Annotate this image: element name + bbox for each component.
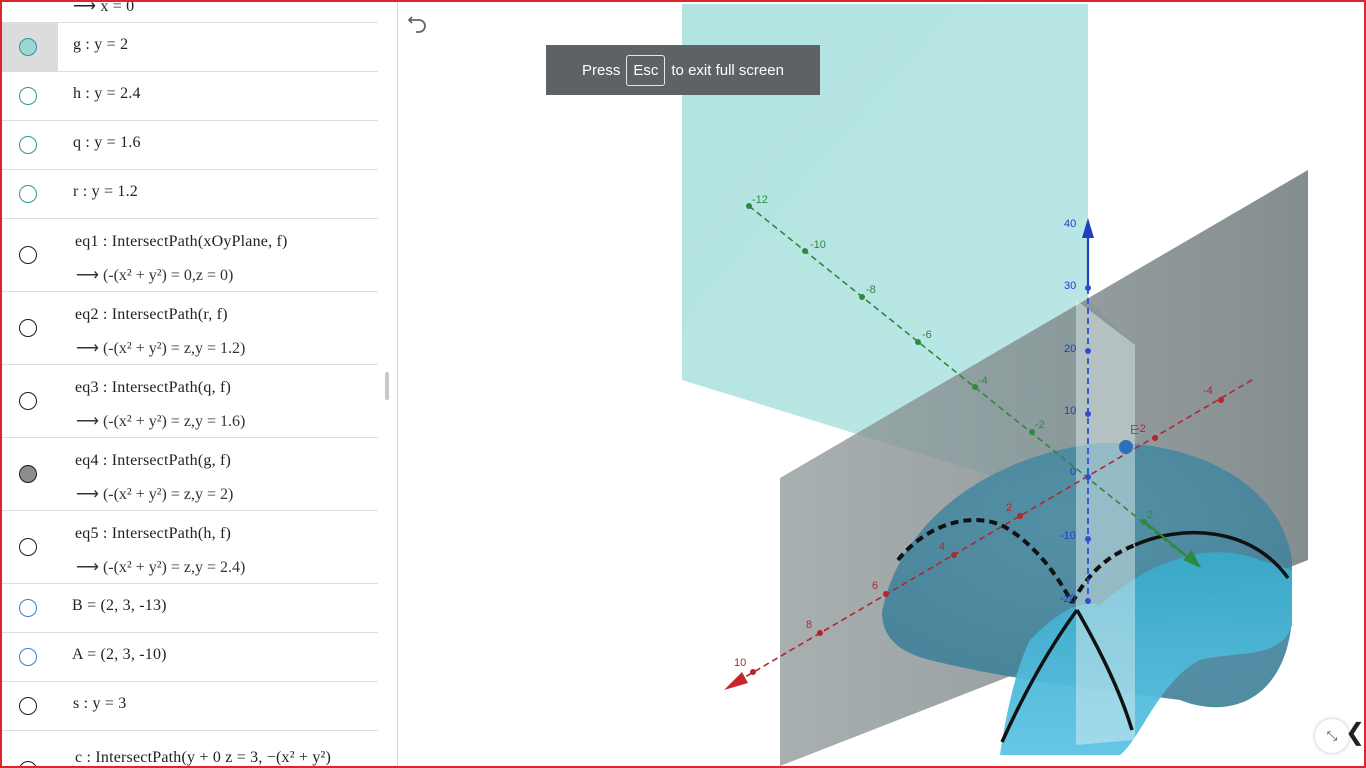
algebra-item-eq2[interactable]: eq2 : IntersectPath(r, f) ⟶ (-(x² + y²) … — [2, 292, 378, 365]
algebra-item-eq1[interactable]: eq1 : IntersectPath(xOyPlane, f) ⟶ (-(x²… — [2, 219, 378, 292]
y-tick-label: -10 — [810, 239, 826, 251]
visibility-toggle[interactable] — [19, 538, 37, 556]
exit-fullscreen-icon: ⤡ — [1326, 728, 1338, 744]
visibility-toggle[interactable] — [19, 319, 37, 337]
y-tick-label: -4 — [978, 375, 988, 387]
algebra-item-label[interactable]: A = (2, 3, -10) — [72, 646, 167, 664]
algebra-item-A[interactable]: A = (2, 3, -10) — [2, 633, 378, 682]
visibility-toggle[interactable] — [19, 185, 37, 203]
algebra-item-label[interactable]: r : y = 1.2 — [73, 183, 138, 201]
visibility-toggle[interactable] — [19, 648, 37, 666]
algebra-item-r[interactable]: r : y = 1.2 — [2, 170, 378, 219]
x-tick-label: 2 — [1006, 502, 1012, 514]
algebra-item-label[interactable]: eq4 : IntersectPath(g, f) — [75, 452, 231, 470]
truncated-output: ⟶ x = 0 — [73, 2, 135, 15]
x-tick-label: 10 — [734, 657, 746, 669]
y-tick-label: -2 — [1035, 419, 1045, 431]
algebra-item-label[interactable]: g : y = 2 — [73, 36, 128, 54]
visibility-toggle[interactable] — [19, 392, 37, 410]
point-E-label: E — [1130, 422, 1139, 437]
algebra-item-output: ⟶ (-(x² + y²) = z,y = 2.4) — [76, 559, 246, 576]
x-tick-label: 4 — [939, 541, 945, 553]
y-tick-label: -12 — [752, 194, 768, 206]
visibility-toggle[interactable] — [19, 599, 37, 617]
algebra-item-s[interactable]: s : y = 3 — [2, 682, 378, 731]
algebra-item-c[interactable]: c : IntersectPath(y + 0 z = 3, −(x² + y²… — [2, 731, 378, 766]
algebra-item-eq3[interactable]: eq3 : IntersectPath(q, f) ⟶ (-(x² + y²) … — [2, 365, 378, 438]
z-tick-label: -20 — [1060, 593, 1076, 605]
visibility-toggle[interactable] — [19, 761, 37, 766]
algebra-item-q[interactable]: q : y = 1.6 — [2, 121, 378, 170]
algebra-item-eq4[interactable]: eq4 : IntersectPath(g, f) ⟶ (-(x² + y²) … — [2, 438, 378, 511]
z-tick-label: -10 — [1060, 530, 1076, 542]
z-tick-label: 10 — [1064, 405, 1076, 417]
toast-text-rest: to exit full screen — [671, 61, 784, 79]
plane-x-light[interactable] — [1076, 300, 1135, 745]
exit-fullscreen-button[interactable]: ⤡ — [1315, 719, 1349, 753]
x-tick-label: 6 — [872, 580, 878, 592]
x-axis-arrow — [724, 672, 748, 690]
x-tick-label: 8 — [806, 619, 812, 631]
collapse-panel-icon[interactable]: ❮ — [1345, 718, 1365, 746]
z-tick-label: 40 — [1064, 218, 1076, 230]
algebra-item-label[interactable]: eq1 : IntersectPath(xOyPlane, f) — [75, 233, 288, 251]
graphics-3d-view[interactable]: 10 8 6 4 2 -2 -4 -12 -10 -8 -6 -4 -2 2 4… — [398, 2, 1364, 766]
algebra-item-B[interactable]: B = (2, 3, -13) — [2, 584, 378, 633]
algebra-item-output: ⟶ (-(x² + y²) = z,y = 2) — [76, 486, 234, 503]
algebra-item-label[interactable]: q : y = 1.6 — [73, 134, 141, 152]
x-tick-label: -4 — [1203, 385, 1213, 397]
visibility-toggle[interactable] — [19, 697, 37, 715]
undo-icon[interactable] — [407, 15, 429, 37]
y-tick-label: 2 — [1147, 509, 1153, 521]
algebra-item-output: ⟶ (-(x² + y²) = z,y = 1.2) — [76, 340, 246, 357]
algebra-item-h[interactable]: h : y = 2.4 — [2, 72, 378, 121]
visibility-toggle[interactable] — [19, 38, 37, 56]
algebra-item-g[interactable]: g : y = 2 — [2, 23, 378, 72]
fullscreen-toast: Press Esc to exit full screen — [546, 45, 820, 95]
algebra-item-label[interactable]: eq3 : IntersectPath(q, f) — [75, 379, 231, 397]
z-tick-label: 30 — [1064, 280, 1076, 292]
visibility-toggle[interactable] — [19, 136, 37, 154]
algebra-item-label[interactable]: eq2 : IntersectPath(r, f) — [75, 306, 228, 324]
algebra-view[interactable]: ⟶ x = 0 g : y = 2 h : y = 2.4 q : y = 1.… — [2, 2, 398, 766]
y-tick-label: -6 — [922, 329, 932, 341]
algebra-item-label[interactable]: eq5 : IntersectPath(h, f) — [75, 525, 231, 543]
algebra-item-output: ⟶ (-(x² + y²) = 0,z = 0) — [76, 267, 234, 284]
algebra-scrollbar[interactable] — [385, 372, 389, 400]
algebra-item-eq5[interactable]: eq5 : IntersectPath(h, f) ⟶ (-(x² + y²) … — [2, 511, 378, 584]
algebra-item-output: ⟶ (-(x² + y²) = z,y = 1.6) — [76, 413, 246, 430]
algebra-item-label[interactable]: s : y = 3 — [73, 695, 127, 713]
algebra-item-label[interactable]: c : IntersectPath(y + 0 z = 3, −(x² + y²… — [75, 749, 331, 766]
algebra-item-label[interactable]: h : y = 2.4 — [73, 85, 141, 103]
algebra-item-label[interactable]: B = (2, 3, -13) — [72, 597, 167, 615]
z-tick-label: 20 — [1064, 343, 1076, 355]
y-tick-label: -8 — [866, 284, 876, 296]
toast-text-press: Press — [582, 61, 621, 79]
z-tick-label: 0 — [1070, 466, 1076, 478]
visibility-toggle[interactable] — [19, 246, 37, 264]
visibility-toggle[interactable] — [19, 87, 37, 105]
point-E[interactable] — [1119, 440, 1133, 454]
visibility-toggle[interactable] — [19, 465, 37, 483]
esc-key: Esc — [626, 54, 666, 86]
